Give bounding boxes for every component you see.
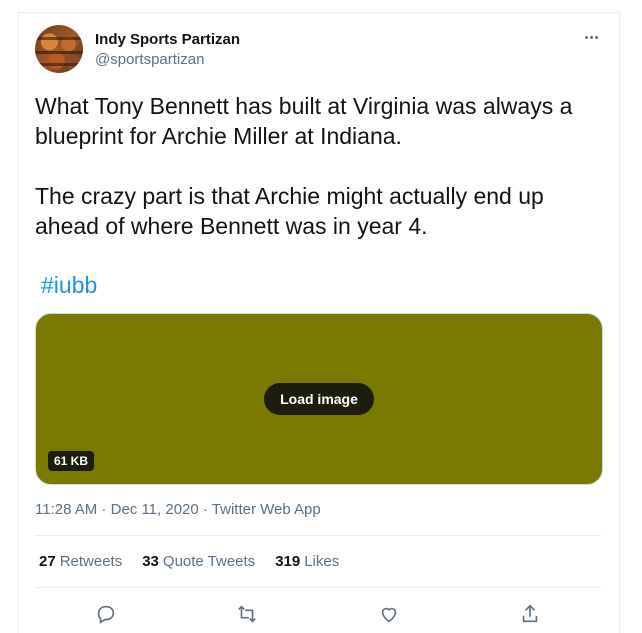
tweet-source[interactable]: Twitter Web App (212, 501, 321, 518)
tweet-paragraph: What Tony Bennett has built at Virginia … (35, 93, 573, 149)
likes-stat[interactable]: 319 Likes (275, 553, 339, 570)
share-icon[interactable] (519, 603, 541, 625)
tweet-time[interactable]: 11:28 AM (35, 501, 97, 518)
quote-tweets-label: Quote Tweets (162, 553, 256, 570)
quote-tweets-stat[interactable]: 33 Quote Tweets (142, 553, 255, 570)
avatar-stripe (35, 37, 83, 40)
tweet-text: What Tony Bennett has built at Virginia … (35, 91, 605, 271)
more-dot (594, 35, 598, 39)
divider (35, 587, 601, 588)
media-placeholder[interactable]: Load image 61 KB (35, 313, 603, 485)
tweet-paragraph: The crazy part is that Archie might actu… (35, 183, 544, 239)
divider (35, 535, 601, 536)
retweets-label: Retweets (59, 553, 123, 570)
tweet-meta: 11:28 AM · Dec 11, 2020 · Twitter Web Ap… (35, 501, 321, 518)
likes-label: Likes (304, 553, 340, 570)
avatar-stripe (35, 63, 83, 66)
author-handle[interactable]: @sportspartizan (95, 51, 204, 68)
retweets-count: 27 (39, 553, 56, 570)
author-name[interactable]: Indy Sports Partizan (95, 31, 240, 48)
retweets-stat[interactable]: 27 Retweets (39, 553, 122, 570)
more-dot (589, 35, 593, 39)
author-avatar[interactable] (35, 25, 83, 73)
hashtag-link[interactable]: #iubb (41, 272, 97, 299)
tweet-card: Indy Sports Partizan @sportspartizan Wha… (18, 12, 620, 633)
likes-count: 319 (275, 553, 301, 570)
reply-icon[interactable] (95, 603, 117, 625)
quote-tweets-count: 33 (142, 553, 159, 570)
like-icon[interactable] (378, 603, 400, 625)
tweet-actions (35, 599, 601, 629)
retweet-icon[interactable] (236, 603, 258, 625)
more-dot (584, 35, 588, 39)
file-size-badge: 61 KB (48, 451, 95, 471)
meta-separator: · (97, 501, 111, 518)
tweet-stats: 27 Retweets 33 Quote Tweets 319 Likes (39, 553, 339, 570)
tweet-date[interactable]: Dec 11, 2020 (111, 501, 199, 518)
more-options-icon[interactable] (579, 27, 603, 47)
avatar-stripe (35, 51, 83, 54)
meta-separator: · (198, 501, 212, 518)
load-image-button[interactable]: Load image (264, 383, 374, 415)
